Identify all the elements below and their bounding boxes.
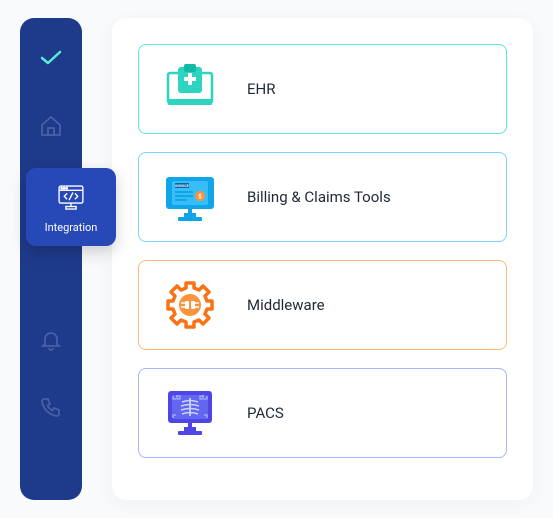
middleware-icon	[161, 276, 219, 334]
sidebar: Integration	[20, 18, 82, 500]
pacs-icon	[161, 384, 219, 442]
card-pacs-label: PACS	[247, 404, 284, 422]
main-panel: EHR INVOICE $ Billing	[112, 18, 533, 500]
card-pacs[interactable]: PACS	[138, 368, 507, 458]
card-middleware[interactable]: Middleware	[138, 260, 507, 350]
home-icon	[39, 114, 63, 142]
ehr-icon	[161, 60, 219, 118]
svg-text:$: $	[198, 194, 202, 201]
sidebar-active-tab[interactable]: Integration	[26, 168, 116, 246]
card-ehr-label: EHR	[247, 80, 275, 98]
sidebar-item-integration[interactable]: Integration	[20, 176, 82, 216]
bell-icon	[39, 328, 63, 356]
card-billing[interactable]: INVOICE $ Billing & Claims Tools	[138, 152, 507, 242]
integration-icon	[54, 181, 88, 215]
phone-icon	[39, 396, 63, 424]
sidebar-item-calls[interactable]	[31, 390, 71, 430]
card-ehr[interactable]: EHR	[138, 44, 507, 134]
card-middleware-label: Middleware	[247, 296, 325, 314]
sidebar-item-notifications[interactable]	[31, 322, 71, 362]
billing-icon: INVOICE $	[161, 168, 219, 226]
check-icon	[39, 46, 63, 74]
sidebar-active-label: Integration	[45, 221, 98, 234]
card-billing-label: Billing & Claims Tools	[247, 188, 391, 206]
sidebar-item-check[interactable]	[31, 40, 71, 80]
svg-text:INVOICE: INVOICE	[175, 184, 188, 188]
sidebar-item-home[interactable]	[31, 108, 71, 148]
